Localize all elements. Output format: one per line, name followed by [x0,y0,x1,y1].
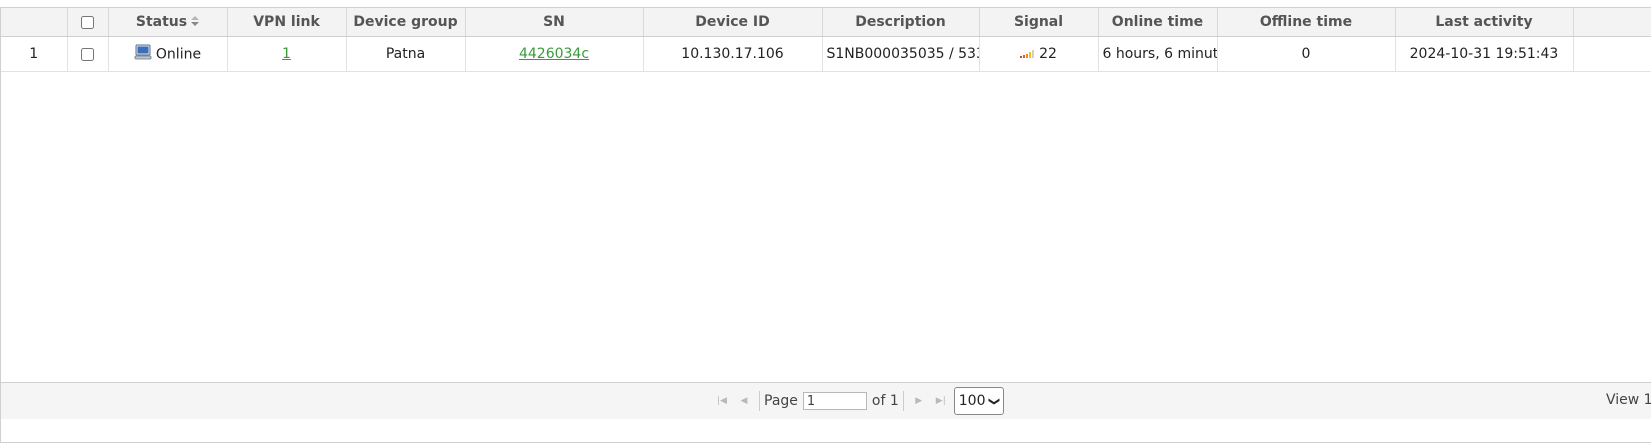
header-vpn-link[interactable]: VPN link [227,8,347,37]
status-cell: Online [108,36,228,72]
next-page-icon[interactable]: ▶ [908,391,930,411]
device-grid: Status VPN link Device group SN Device I… [0,7,1651,443]
header-device-id[interactable]: Device ID [643,8,823,37]
header-last-activity[interactable]: Last activity [1395,8,1574,37]
sn-link[interactable]: 4426034c [519,46,589,62]
view-records-text: View 1 - 1 of 1 [1606,392,1651,408]
page-count: of 1 [871,393,899,409]
header-select-all [67,8,109,37]
header-device-group[interactable]: Device group [346,8,466,37]
header-rownum [1,8,68,37]
last-activity-cell: 2024-10-31 19:51:43 [1395,36,1574,72]
vpn-link[interactable]: 1 [282,46,291,62]
status-text: Online [155,46,202,62]
last-page-icon[interactable]: ▶| [930,391,952,411]
header-sn[interactable]: SN [465,8,644,37]
monitor-icon [134,44,152,59]
offline-time-cell: 0 [1217,36,1396,72]
page-size-select[interactable]: 100 ❯ [953,387,1004,415]
header-signal[interactable]: Signal [979,8,1099,37]
sort-icon[interactable] [191,16,200,26]
page-label: Page [764,393,798,409]
row-checkbox[interactable] [81,47,94,61]
signal-value: 22 [1039,46,1057,62]
select-all-checkbox[interactable] [81,15,94,29]
signal-bars-icon [1020,50,1035,58]
online-time-cell: 6 hours, 6 minut [1098,36,1218,72]
pager-separator [759,391,760,411]
device-group-cell: Patna [346,36,466,72]
extra-cell [1573,36,1651,72]
header-online-time[interactable]: Online time [1098,8,1218,37]
table-row[interactable]: 1 Online 1 Patna 4426034c 10.130.17.106 … [1,36,1651,72]
header-extra [1573,8,1651,37]
device-table: Status VPN link Device group SN Device I… [1,8,1651,72]
header-status[interactable]: Status [108,8,228,37]
header-status-label: Status [135,14,188,30]
vpn-link-cell: 1 [227,36,347,72]
device-id-cell: 10.130.17.106 [643,36,823,72]
prev-page-icon[interactable]: ◀ [733,391,755,411]
page-size-value: 100 [958,393,986,409]
description-cell: S1NB000035035 / 533 [822,36,980,72]
pager-separator [902,391,904,411]
pager-controls: |◀ ◀ Page of 1 ▶ ▶| 100 ❯ [711,386,1004,416]
page-number-input[interactable] [802,392,867,410]
chevron-down-icon: ❯ [987,396,1001,406]
row-number: 1 [1,36,68,72]
sn-cell: 4426034c [465,36,644,72]
pager: |◀ ◀ Page of 1 ▶ ▶| 100 ❯ View 1 - 1 of … [1,382,1651,419]
header-row: Status VPN link Device group SN Device I… [1,8,1651,37]
signal-cell: 22 [979,36,1099,72]
row-select-cell [67,36,109,72]
first-page-icon[interactable]: |◀ [711,391,733,411]
header-offline-time[interactable]: Offline time [1217,8,1396,37]
header-description[interactable]: Description [822,8,980,37]
